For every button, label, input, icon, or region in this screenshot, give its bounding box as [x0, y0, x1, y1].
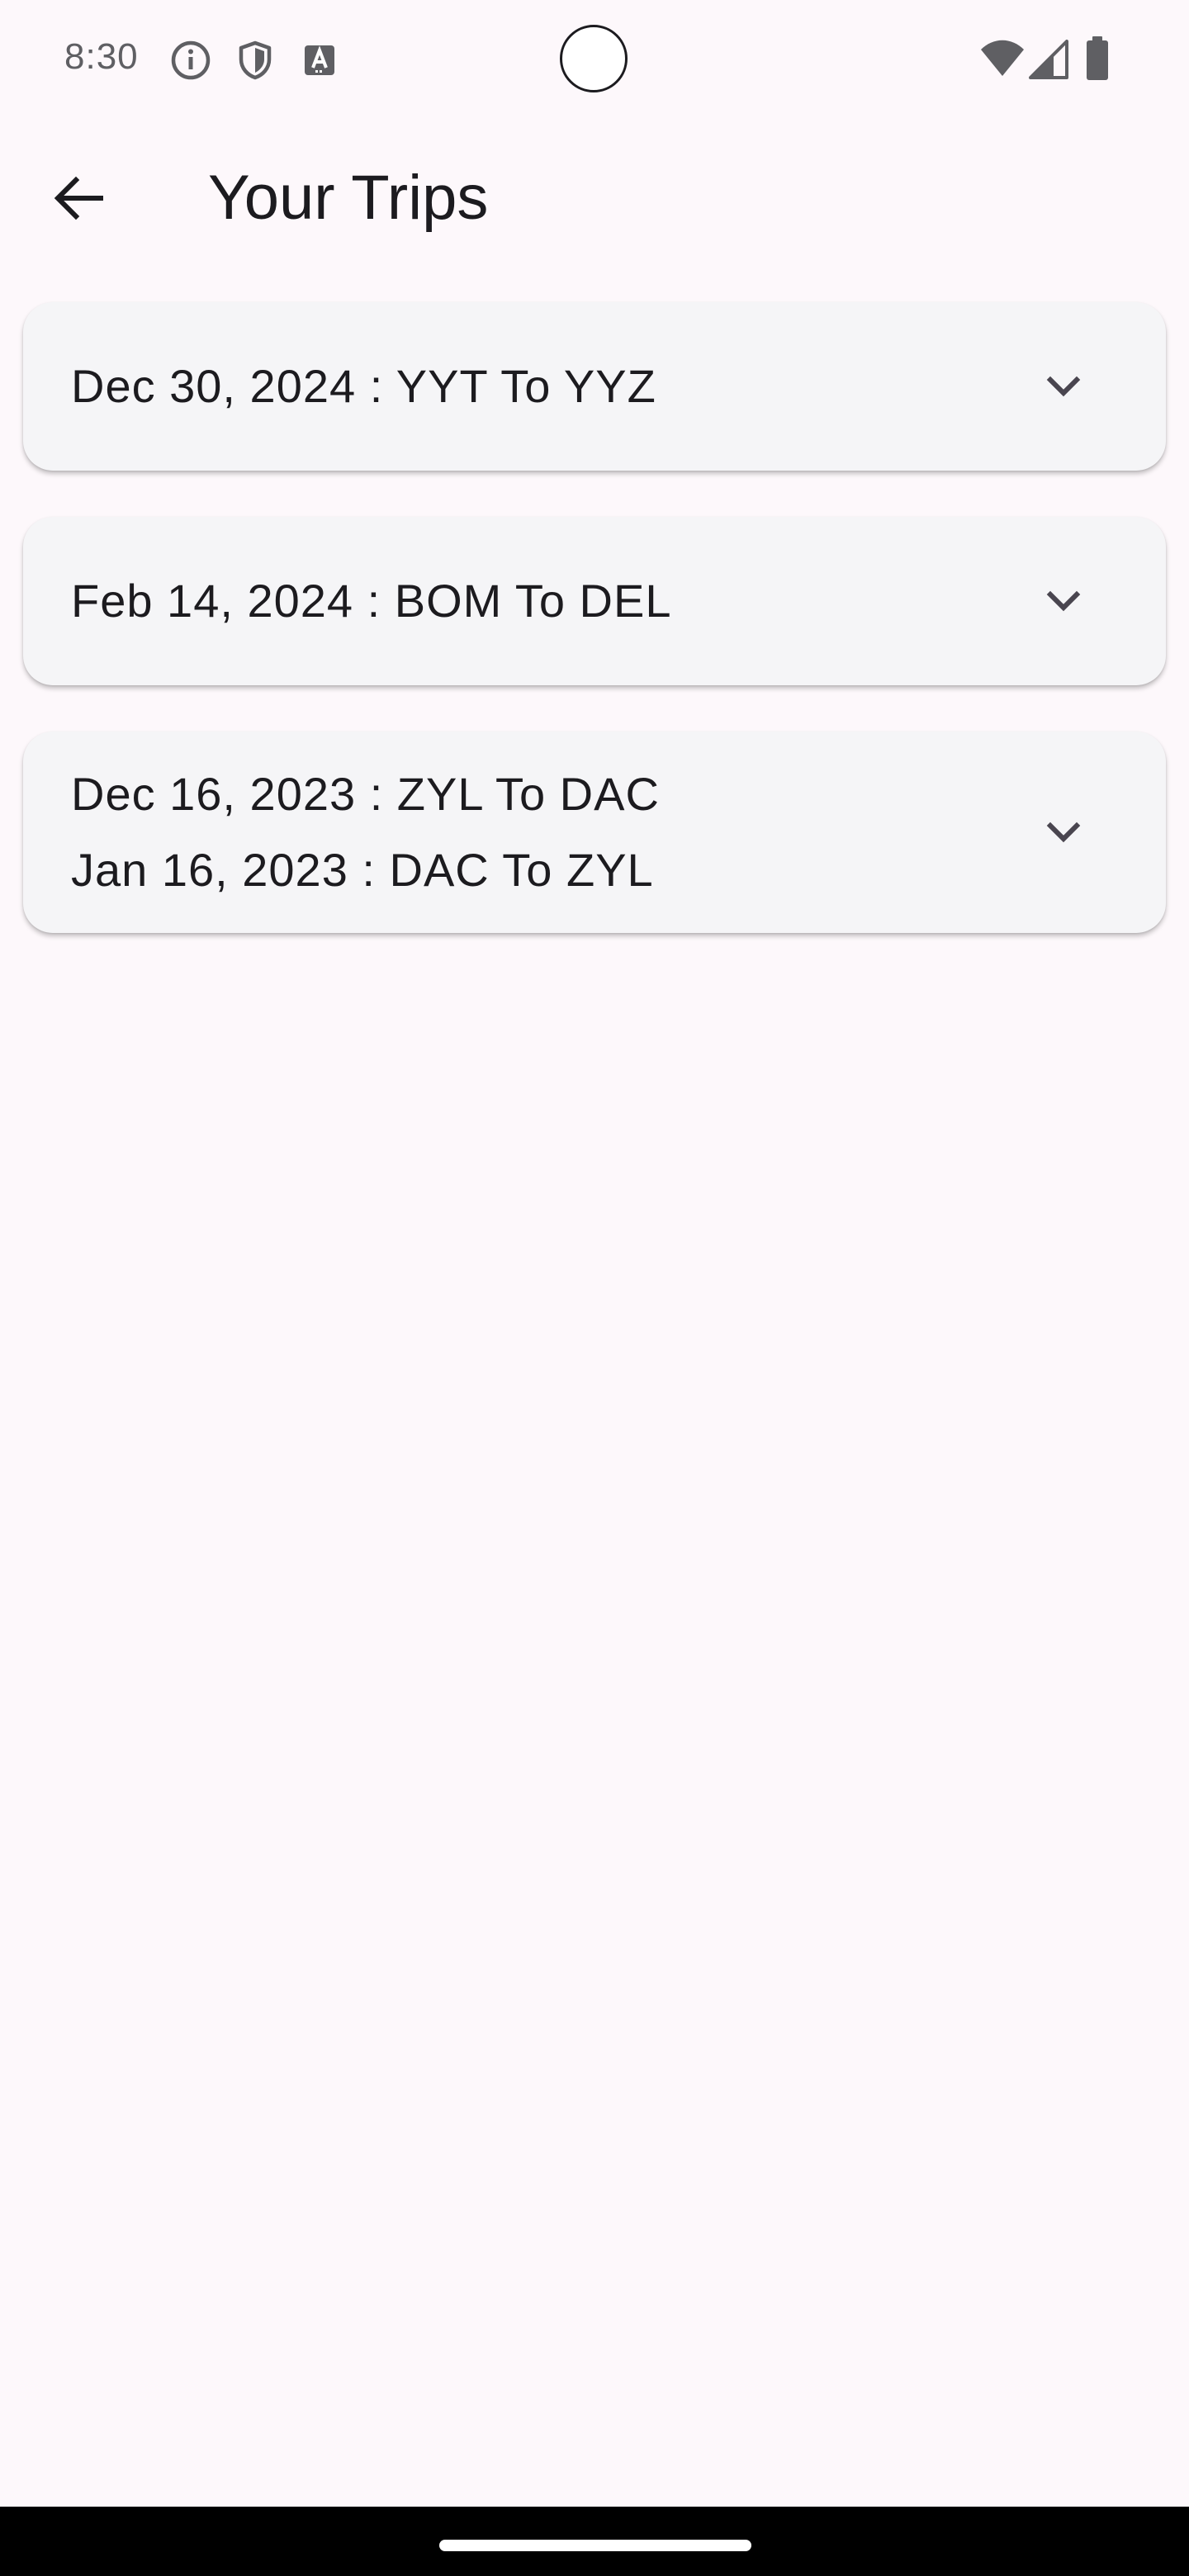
page-title: Your Trips	[208, 163, 489, 233]
chevron-down-icon[interactable]	[1040, 578, 1087, 624]
trip-card[interactable]: Dec 16, 2023 : ZYL To DAC Jan 16, 2023 :…	[23, 732, 1166, 933]
trip-summary: Jan 16, 2023 : DAC To ZYL	[71, 844, 654, 896]
home-indicator[interactable]	[439, 2540, 751, 2551]
chevron-down-icon[interactable]	[1040, 809, 1087, 855]
status-bar: 8:30	[0, 0, 1189, 124]
shield-icon	[234, 40, 276, 81]
front-camera	[560, 25, 628, 92]
cellular-signal-icon	[1029, 40, 1068, 79]
trip-card[interactable]: Dec 30, 2024 : YYT To YYZ	[23, 302, 1166, 471]
battery-icon	[1085, 36, 1110, 81]
status-time: 8:30	[64, 36, 139, 77]
back-button[interactable]	[38, 159, 121, 241]
wifi-icon	[979, 38, 1026, 81]
gesture-nav-bar	[0, 2507, 1189, 2576]
arrow-back-icon	[53, 172, 106, 229]
chevron-down-icon[interactable]	[1040, 363, 1087, 410]
trip-summary: Dec 16, 2023 : ZYL To DAC	[71, 768, 660, 820]
trip-card[interactable]: Feb 14, 2024 : BOM To DEL	[23, 517, 1166, 685]
trip-summary: Dec 30, 2024 : YYT To YYZ	[71, 360, 656, 412]
trip-summary: Feb 14, 2024 : BOM To DEL	[71, 575, 672, 627]
text-a-icon	[299, 40, 340, 81]
info-icon	[170, 40, 211, 81]
trip-list: Dec 30, 2024 : YYT To YYZ Feb 14, 2024 :…	[23, 302, 1166, 933]
app-bar: Your Trips	[0, 140, 1189, 256]
